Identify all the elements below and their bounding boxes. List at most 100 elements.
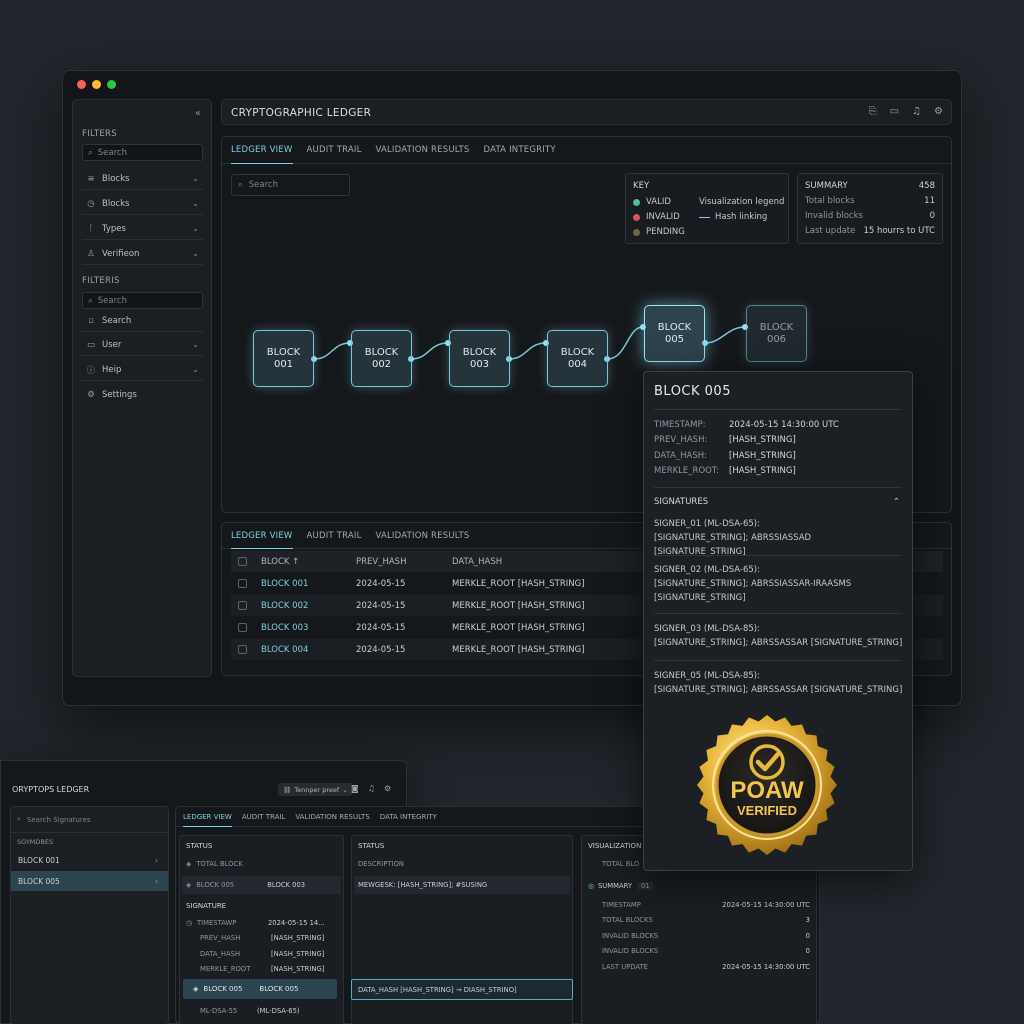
tab-audit-trail[interactable]: AUDIT TRAIL [307, 523, 362, 549]
cell-data-hash: MERKLE_ROOT [HASH_STRING] [452, 578, 585, 589]
collapse-sidebar-icon[interactable]: « [195, 108, 201, 119]
secondary-item-label: BLOCK 005 [18, 876, 60, 886]
block-node-006[interactable]: BLOCK 006 [746, 305, 807, 362]
summary-stat-row: INVALID BLOCKS 0 [588, 947, 810, 955]
summary-stat-row: TIMESTAMP 2024-05-15 14:30:00 UTC [588, 901, 810, 909]
divider [654, 487, 902, 488]
detail-field: TIMESTAMP: 2024-05-15 14:30:00 UTC [654, 420, 839, 430]
cell-prev-hash: 2024-05-15 [356, 578, 406, 589]
block-node-002[interactable]: BLOCK 002 [351, 330, 412, 387]
tab-audit-trail[interactable]: AUDIT TRAIL [242, 807, 285, 827]
sidebar-item-help[interactable]: ⓘ Heip ⌄ [82, 359, 203, 381]
row-checkbox[interactable] [238, 645, 247, 654]
tab-ledger-view[interactable]: LEDGER VIEW [231, 523, 293, 549]
chevron-up-icon: ⌃ [892, 497, 900, 507]
summary-stat-row: TOTAL BLOCKS 3 [588, 916, 810, 924]
sidebar-item-types[interactable]: ᚴ Types ⌄ [82, 218, 203, 240]
cell-data-hash: MERKLE_ROOT [HASH_STRING] [452, 622, 585, 633]
signatures-section-header[interactable]: SIGNATURES ⌃ [654, 497, 900, 507]
stat-value: 0 [805, 932, 810, 940]
row-checkbox[interactable] [238, 623, 247, 632]
bell-icon[interactable]: ♫ [368, 784, 375, 793]
selected-block-row[interactable]: ◈ BLOCK 005 BLOCK 005 [183, 979, 337, 999]
sidebar-item-user[interactable]: ▭ User ⌄ [82, 334, 203, 356]
cell-block[interactable]: BLOCK 004 [261, 645, 356, 655]
cell-block[interactable]: BLOCK 002 [261, 601, 356, 611]
chevron-right-icon: › [155, 876, 158, 886]
tamper-proof-dropdown[interactable]: ⛓ Tennper preef ⌄ [278, 783, 353, 796]
summary-badge: 01 [638, 882, 653, 890]
sidebar-item-search[interactable]: ▫ Search [82, 310, 203, 332]
folder-icon[interactable]: ▭ [890, 106, 899, 117]
block-row[interactable]: ◈ BLOCK 005 BLOCK 003 [182, 876, 341, 894]
block-label: BLOCK [759, 321, 794, 333]
export-icon[interactable]: ⎘ [869, 106, 877, 117]
hash-link-002-003 [410, 342, 449, 360]
chevron-right-icon: › [155, 855, 158, 865]
secondary-item-block-001[interactable]: BLOCK 001 › [11, 850, 168, 870]
column-header-prev-hash[interactable]: PREV_HASH [356, 557, 452, 567]
sidebar-item-verification[interactable]: ♙ Verifieon ⌄ [82, 243, 203, 265]
stat-key: INVALID BLOCKS [602, 932, 659, 940]
data-hash-highlight[interactable]: DATA_HASH [HASH_STRING] → DIASH_STRINO] [351, 979, 573, 1000]
gear-icon[interactable]: ⚙ [934, 106, 943, 117]
signature-search-input[interactable]: ⌕ Search Signatures [11, 807, 168, 833]
camera-icon[interactable]: ◙ [351, 784, 359, 793]
divider [654, 555, 902, 556]
tab-data-integrity[interactable]: DATA INTEGRITY [380, 807, 437, 827]
total-block-row: ◈ TOTAL BLOCK [186, 860, 337, 868]
sidebar-item-blocks[interactable]: ≡ Blocks ⌄ [82, 168, 203, 190]
sidebar-item-settings[interactable]: ⚙ Settings [82, 384, 203, 406]
row-checkbox[interactable] [238, 579, 247, 588]
stack-icon: ≡ [87, 173, 95, 184]
minimize-window-button[interactable] [92, 80, 101, 89]
help-icon: ⓘ [86, 365, 96, 376]
detail-row: PREV_HASH [NASH_STRING] [186, 934, 337, 942]
data-hash-text: DATA_HASH [HASH_STRING] → DIASH_STRINO] [358, 985, 517, 994]
maximize-window-button[interactable] [107, 80, 116, 89]
status-heading-2: STATUS [358, 842, 385, 850]
filters-heading: FILTERS [82, 129, 117, 139]
description-label-row: DESCRIPTION [358, 860, 566, 868]
signer-entry: SIGNER_05 (ML-DSA-85): [SIGNATURE_STRING… [654, 669, 904, 697]
block-number: 003 [469, 358, 490, 370]
secondary-item-label: BLOCK 001 [18, 855, 60, 865]
clock-icon: ◷ [87, 198, 95, 209]
secondary-item-block-005[interactable]: BLOCK 005 › [11, 871, 168, 891]
tab-validation-results[interactable]: VALIDATION RESULTS [295, 807, 369, 827]
sidebar-search-input-2[interactable]: ⌕ Search [82, 292, 203, 309]
column-header-data-hash[interactable]: DATA_HASH [452, 557, 502, 567]
sidebar-search-input[interactable]: ⌕ Search [82, 144, 203, 161]
sort-ascending-icon: ↑ [292, 556, 300, 567]
search-icon: ⌕ [17, 815, 21, 823]
seal-text-line2: VERIFIED [737, 803, 797, 818]
signer-name: SIGNER_03 (ML-DSA-85): [654, 624, 760, 634]
cube-icon: ◈ [186, 860, 192, 868]
sidebar-item-label: Types [102, 223, 126, 234]
secondary-section-label: SGYMDBES [17, 838, 54, 846]
description-row: MEWGESK: [HASH_STRING]; #SUSING [354, 876, 570, 894]
bell-icon[interactable]: ♫ [912, 106, 921, 117]
sidebar-item-label: Blocks [102, 173, 130, 184]
block-node-004[interactable]: BLOCK 004 [547, 330, 608, 387]
row-checkbox[interactable] [238, 601, 247, 610]
sidebar-item-label: Settings [102, 390, 137, 400]
block-node-005[interactable]: BLOCK 005 [644, 305, 705, 362]
signer-key: ML-DSA-55 [200, 1007, 238, 1015]
close-window-button[interactable] [77, 80, 86, 89]
status-heading: STATUS [186, 842, 213, 850]
divider [654, 660, 902, 661]
sidebar-item-blocks-history[interactable]: ◷ Blocks ⌄ [82, 193, 203, 215]
cell-block[interactable]: BLOCK 001 [261, 579, 356, 589]
column-header-block[interactable]: BLOCK ↑ [261, 557, 356, 567]
hash-link-004-005 [606, 326, 644, 360]
tab-ledger-view[interactable]: LEDGER VIEW [183, 807, 232, 827]
detail-key: DATA_HASH [200, 950, 241, 958]
select-all-checkbox[interactable] [238, 557, 247, 566]
block-node-001[interactable]: BLOCK 001 [253, 330, 314, 387]
block-node-003[interactable]: BLOCK 003 [449, 330, 510, 387]
secondary-header-actions: ◙ ♫ ⚙ [351, 784, 391, 793]
gear-icon[interactable]: ⚙ [384, 784, 391, 793]
tab-validation-results[interactable]: VALIDATION RESULTS [376, 523, 470, 549]
cell-block[interactable]: BLOCK 003 [261, 623, 356, 633]
